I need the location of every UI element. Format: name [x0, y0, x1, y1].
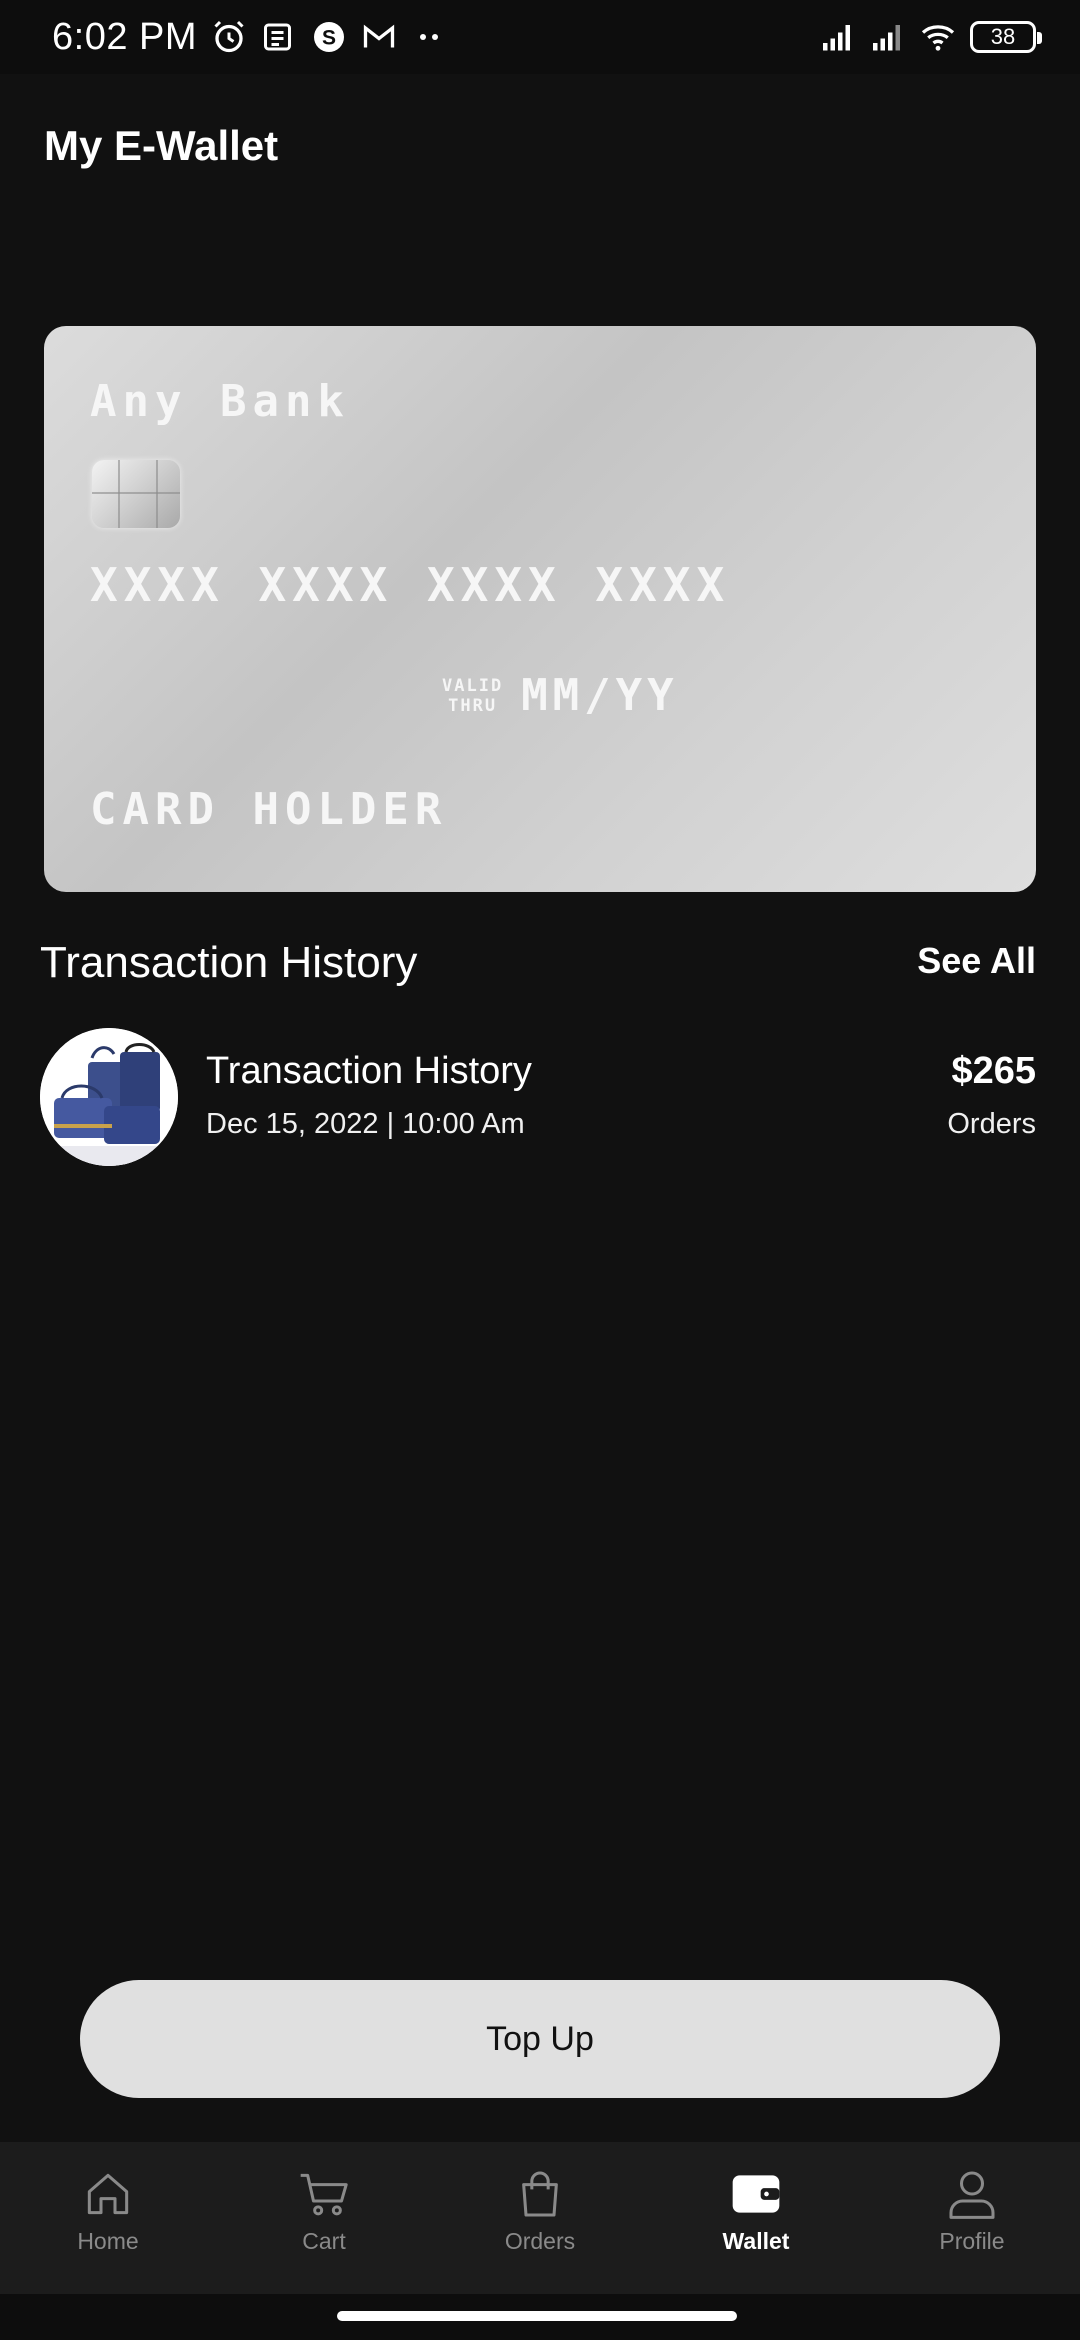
handbag-image-icon [40, 1028, 178, 1166]
nav-label-wallet: Wallet [722, 2228, 790, 2254]
see-all-link[interactable]: See All [917, 940, 1036, 982]
transaction-amount: $265 [951, 1050, 1036, 1092]
top-up-button[interactable]: Top Up [80, 1980, 1000, 2098]
wallet-icon [728, 2166, 784, 2222]
nav-label-profile: Profile [939, 2228, 1005, 2254]
bottom-nav: Home Cart Orders Wallet Profile [0, 2142, 1080, 2294]
status-left: 6:02 PM S [52, 16, 447, 59]
gmail-icon [361, 19, 397, 55]
page-title: My E-Wallet [44, 122, 279, 169]
battery-icon: 38 [970, 21, 1042, 53]
bank-card[interactable]: Any Bank XXXX XXXX XXXX XXXX VALID THRU … [44, 326, 1036, 892]
nav-item-orders[interactable]: Orders [432, 2166, 648, 2255]
home-indicator[interactable] [337, 2311, 737, 2321]
card-chip-icon [92, 460, 180, 528]
transaction-title: Transaction History [206, 1050, 532, 1092]
more-dots-icon [411, 19, 447, 55]
nav-label-orders: Orders [504, 2228, 576, 2254]
card-expiry: MM/YY [521, 670, 679, 721]
signal-icon [870, 19, 906, 55]
transaction-row[interactable]: Transaction History Dec 15, 2022 | 10:00… [40, 1028, 1036, 1166]
status-bar: 6:02 PM S 38 [0, 0, 1080, 74]
nav-item-wallet[interactable]: Wallet [648, 2166, 864, 2255]
bag-icon [512, 2166, 568, 2222]
nav-label-cart: Cart [302, 2228, 346, 2254]
transaction-date: Dec 15, 2022 | 10:00 Am [206, 1108, 525, 1140]
nav-label-home: Home [77, 2228, 139, 2254]
nav-item-profile[interactable]: Profile [864, 2166, 1080, 2255]
status-right: 38 [820, 19, 1042, 55]
skype-icon: S [311, 19, 347, 55]
valid-label: VALID [442, 675, 504, 696]
valid-thru-label: VALID THRU [442, 676, 503, 716]
battery-level: 38 [990, 24, 1016, 49]
wifi-icon [920, 19, 956, 55]
card-bank-name: Any Bank [90, 376, 350, 427]
nav-item-cart[interactable]: Cart [216, 2166, 432, 2255]
cart-icon [296, 2166, 352, 2222]
transaction-thumbnail [40, 1028, 178, 1166]
thru-label: THRU [448, 695, 498, 716]
status-time: 6:02 PM [52, 15, 198, 58]
profile-icon [944, 2166, 1000, 2222]
signal-icon [820, 19, 856, 55]
home-icon [80, 2166, 136, 2222]
svg-text:S: S [322, 27, 336, 50]
alarm-icon [211, 19, 247, 55]
card-valid-block: VALID THRU MM/YY [442, 670, 679, 721]
transaction-type: Orders [947, 1108, 1036, 1140]
news-icon [261, 19, 297, 55]
section-title: Transaction History [40, 938, 418, 987]
card-holder: CARD HOLDER [90, 784, 448, 835]
nav-item-home[interactable]: Home [0, 2166, 216, 2255]
card-number: XXXX XXXX XXXX XXXX [90, 558, 731, 612]
